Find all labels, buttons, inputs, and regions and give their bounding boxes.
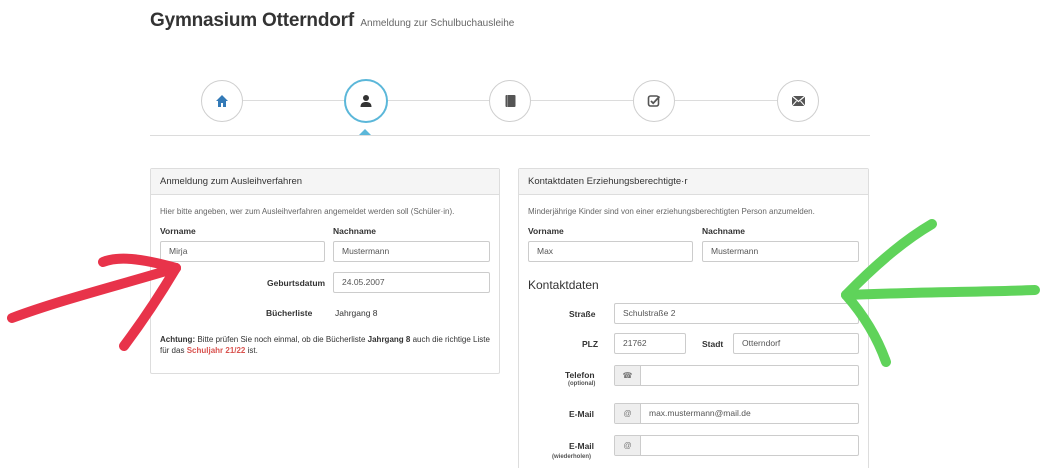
user-icon xyxy=(360,95,372,107)
registration-help-text: Hier bitte angeben, wer zum Ausleihverfa… xyxy=(160,207,455,216)
wizard-connector xyxy=(531,100,633,101)
at-sign-icon: @ xyxy=(615,404,641,423)
booklist-value: Jahrgang 8 xyxy=(335,308,378,318)
email-repeat-input-group[interactable]: @ xyxy=(614,435,859,456)
birthdate-input[interactable]: 24.05.2007 xyxy=(333,272,490,293)
guardian-firstname-input[interactable]: Max xyxy=(528,241,693,262)
active-step-caret xyxy=(359,129,371,135)
wizard-step-check[interactable] xyxy=(633,80,675,122)
wizard-connector xyxy=(243,100,345,101)
student-firstname-label: Vorname xyxy=(160,226,196,236)
envelope-icon xyxy=(791,95,805,107)
city-label: Stadt xyxy=(702,339,724,349)
wizard-baseline xyxy=(150,135,870,136)
zip-label: PLZ xyxy=(582,339,599,349)
student-firstname-input[interactable]: Mirja xyxy=(160,241,325,262)
wizard-connector xyxy=(387,100,489,101)
wizard-step-book[interactable] xyxy=(489,80,531,122)
phone-input-group[interactable]: ☎ xyxy=(614,365,859,386)
wizard-step-user[interactable] xyxy=(344,79,388,123)
warning-prefix: Achtung: xyxy=(160,335,196,344)
email-repeat-hint: (wiederholen) xyxy=(552,454,592,460)
email-repeat-label: E-Mail xyxy=(569,441,595,451)
warning-text-3: ist. xyxy=(245,346,258,355)
phone-icon: ☎ xyxy=(615,366,641,385)
phone-input[interactable] xyxy=(641,366,657,385)
guardian-lastname-label: Nachname xyxy=(702,226,745,236)
contact-section-title: Kontaktdaten xyxy=(528,278,599,292)
street-input[interactable]: Schulstraße 2 xyxy=(614,303,859,324)
wizard-connector xyxy=(675,100,777,101)
page-header: Gymnasium Otterndorf Anmeldung zur Schul… xyxy=(150,10,514,32)
email-input-group[interactable]: @ max.mustermann@mail.de xyxy=(614,403,859,424)
street-label: Straße xyxy=(569,309,596,319)
student-lastname-label: Nachname xyxy=(333,226,376,236)
wizard-step-home[interactable] xyxy=(201,80,243,122)
guardian-help-text: Minderjährige Kinder sind von einer erzi… xyxy=(528,207,815,216)
guardian-lastname-input[interactable]: Mustermann xyxy=(702,241,859,262)
email-repeat-input[interactable] xyxy=(641,436,657,455)
phone-optional-hint: (optional) xyxy=(568,381,596,387)
book-icon xyxy=(505,95,515,107)
page-title: Gymnasium Otterndorf xyxy=(150,10,354,31)
student-lastname-input[interactable]: Mustermann xyxy=(333,241,490,262)
warning-text: Bitte prüfen Sie noch einmal, ob die Büc… xyxy=(195,335,368,344)
zip-input[interactable]: 21762 xyxy=(614,333,686,354)
at-sign-icon: @ xyxy=(615,436,641,455)
phone-label: Telefon xyxy=(565,370,595,380)
wizard-step-envelope[interactable] xyxy=(777,80,819,122)
email-label: E-Mail xyxy=(569,409,595,419)
birthdate-label: Geburtsdatum xyxy=(267,278,326,288)
home-icon xyxy=(216,95,228,107)
booklist-warning: Achtung: Bitte prüfen Sie noch einmal, o… xyxy=(160,334,490,356)
email-input[interactable]: max.mustermann@mail.de xyxy=(641,404,759,423)
city-input[interactable]: Otterndorf xyxy=(733,333,859,354)
guardian-firstname-label: Vorname xyxy=(528,226,564,236)
guardian-panel-heading: Kontaktdaten Erziehungsberechtigte·r xyxy=(519,169,868,195)
registration-panel-heading: Anmeldung zum Ausleihverfahren xyxy=(151,169,499,195)
booklist-label: Bücherliste xyxy=(266,308,313,318)
green-arrow-annotation xyxy=(841,219,1040,367)
warning-schoolyear: Schuljahr 21/22 xyxy=(186,346,246,355)
warning-grade: Jahrgang 8 xyxy=(367,335,411,344)
page-subtitle: Anmeldung zur Schulbuchausleihe xyxy=(360,18,515,29)
check-square-icon xyxy=(647,95,661,107)
